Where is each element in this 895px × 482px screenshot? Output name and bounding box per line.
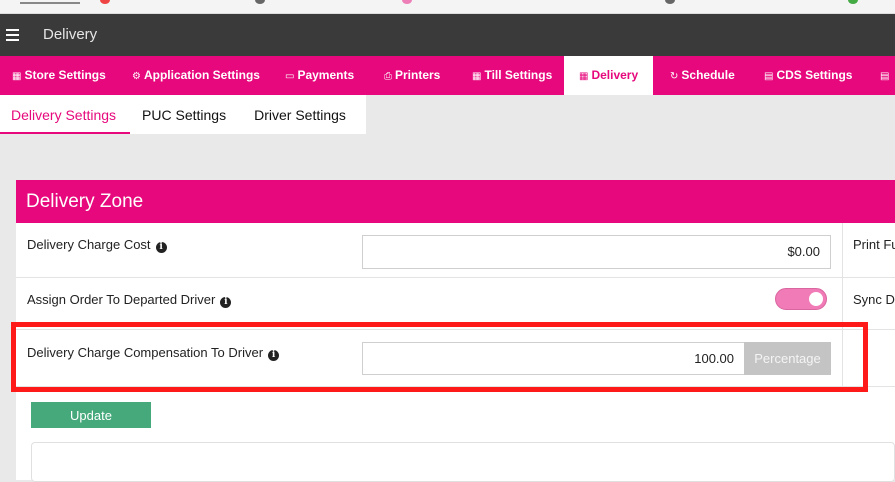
- nav-item-payments[interactable]: ▭ Payments: [285, 56, 354, 95]
- nav-label: Payments: [297, 68, 355, 82]
- browser-bookmark-strip: [0, 0, 895, 14]
- tab-puc-settings[interactable]: PUC Settings: [130, 95, 242, 134]
- bookmark-favicon: [848, 0, 858, 4]
- print-setting-label: Print Fu: [853, 237, 895, 252]
- display-icon: ▤: [764, 71, 774, 82]
- nav-label: Store Settings: [24, 68, 106, 82]
- setting-label-text: Delivery Charge Cost: [27, 237, 151, 252]
- nav-label: Application Settings: [143, 68, 260, 82]
- setting-label: Delivery Charge Cost i: [27, 237, 167, 253]
- till-icon: ▦: [472, 71, 482, 82]
- tab-driver-settings[interactable]: Driver Settings: [242, 95, 362, 134]
- display-icon: ▤: [880, 71, 890, 82]
- assign-departed-driver-toggle[interactable]: [775, 288, 827, 310]
- nav-item-delivery[interactable]: ▦ Delivery: [564, 56, 653, 95]
- panel-title: Delivery Zone: [16, 180, 895, 223]
- settings-nav: ▦ Store Settings ⚙ Application Settings ▭ P…: [0, 56, 895, 95]
- delivery-charge-cost-input[interactable]: $0.00: [362, 235, 831, 269]
- money-icon: ▭: [285, 71, 295, 82]
- printer-icon: ⎙: [384, 71, 392, 82]
- toggle-knob: [809, 292, 823, 306]
- column-divider: [842, 223, 843, 278]
- delivery-icon: ▦: [579, 71, 589, 82]
- nav-label: Printers: [395, 68, 441, 82]
- setting-label-text: Assign Order To Departed Driver: [27, 292, 216, 307]
- nav-item-application-settings[interactable]: ⚙ Application Settings: [132, 56, 260, 95]
- setting-label: Assign Order To Departed Driver i: [27, 292, 232, 308]
- bookmark-favicon: [100, 0, 110, 4]
- page-title: Delivery: [43, 26, 98, 43]
- sync-setting-label: Sync D: [853, 292, 895, 307]
- setting-row-delivery-charge-cost: Delivery Charge Cost i $0.00 Print Fu: [16, 223, 895, 278]
- next-panel: [31, 442, 895, 482]
- nav-label: Schedule: [681, 68, 735, 82]
- nav-item-store-settings[interactable]: ▦ Store Settings: [12, 56, 106, 95]
- nav-item-printers[interactable]: ⎙ Printers: [384, 56, 440, 95]
- store-icon: ▦: [12, 71, 22, 82]
- nav-item-schedule[interactable]: ↻ Schedule: [670, 56, 735, 95]
- hamburger-menu-icon[interactable]: [6, 29, 19, 41]
- bookmark-favicon: [255, 0, 265, 4]
- info-icon[interactable]: i: [220, 297, 232, 308]
- app-header: Delivery: [0, 14, 895, 56]
- cogs-icon: ⚙: [132, 71, 141, 82]
- info-icon[interactable]: i: [155, 242, 167, 253]
- refresh-icon: ↻: [670, 71, 679, 82]
- bookmark-favicon: [665, 0, 675, 4]
- bookmark-divider: [20, 2, 80, 4]
- tab-delivery-settings[interactable]: Delivery Settings: [0, 95, 131, 134]
- delivery-subtabs: Delivery Settings PUC Settings Driver Se…: [0, 95, 366, 134]
- nav-label: Delivery: [591, 68, 639, 82]
- nav-label: Till Settings: [484, 68, 553, 82]
- nav-label: CDS Settings: [776, 68, 853, 82]
- bookmark-favicon: [402, 0, 412, 4]
- nav-item-overflow[interactable]: ▤: [880, 56, 892, 95]
- update-button[interactable]: Update: [31, 402, 151, 428]
- nav-item-cds-settings[interactable]: ▤ CDS Settings: [764, 56, 852, 95]
- highlight-box: [11, 322, 868, 392]
- nav-item-till-settings[interactable]: ▦ Till Settings: [472, 56, 552, 95]
